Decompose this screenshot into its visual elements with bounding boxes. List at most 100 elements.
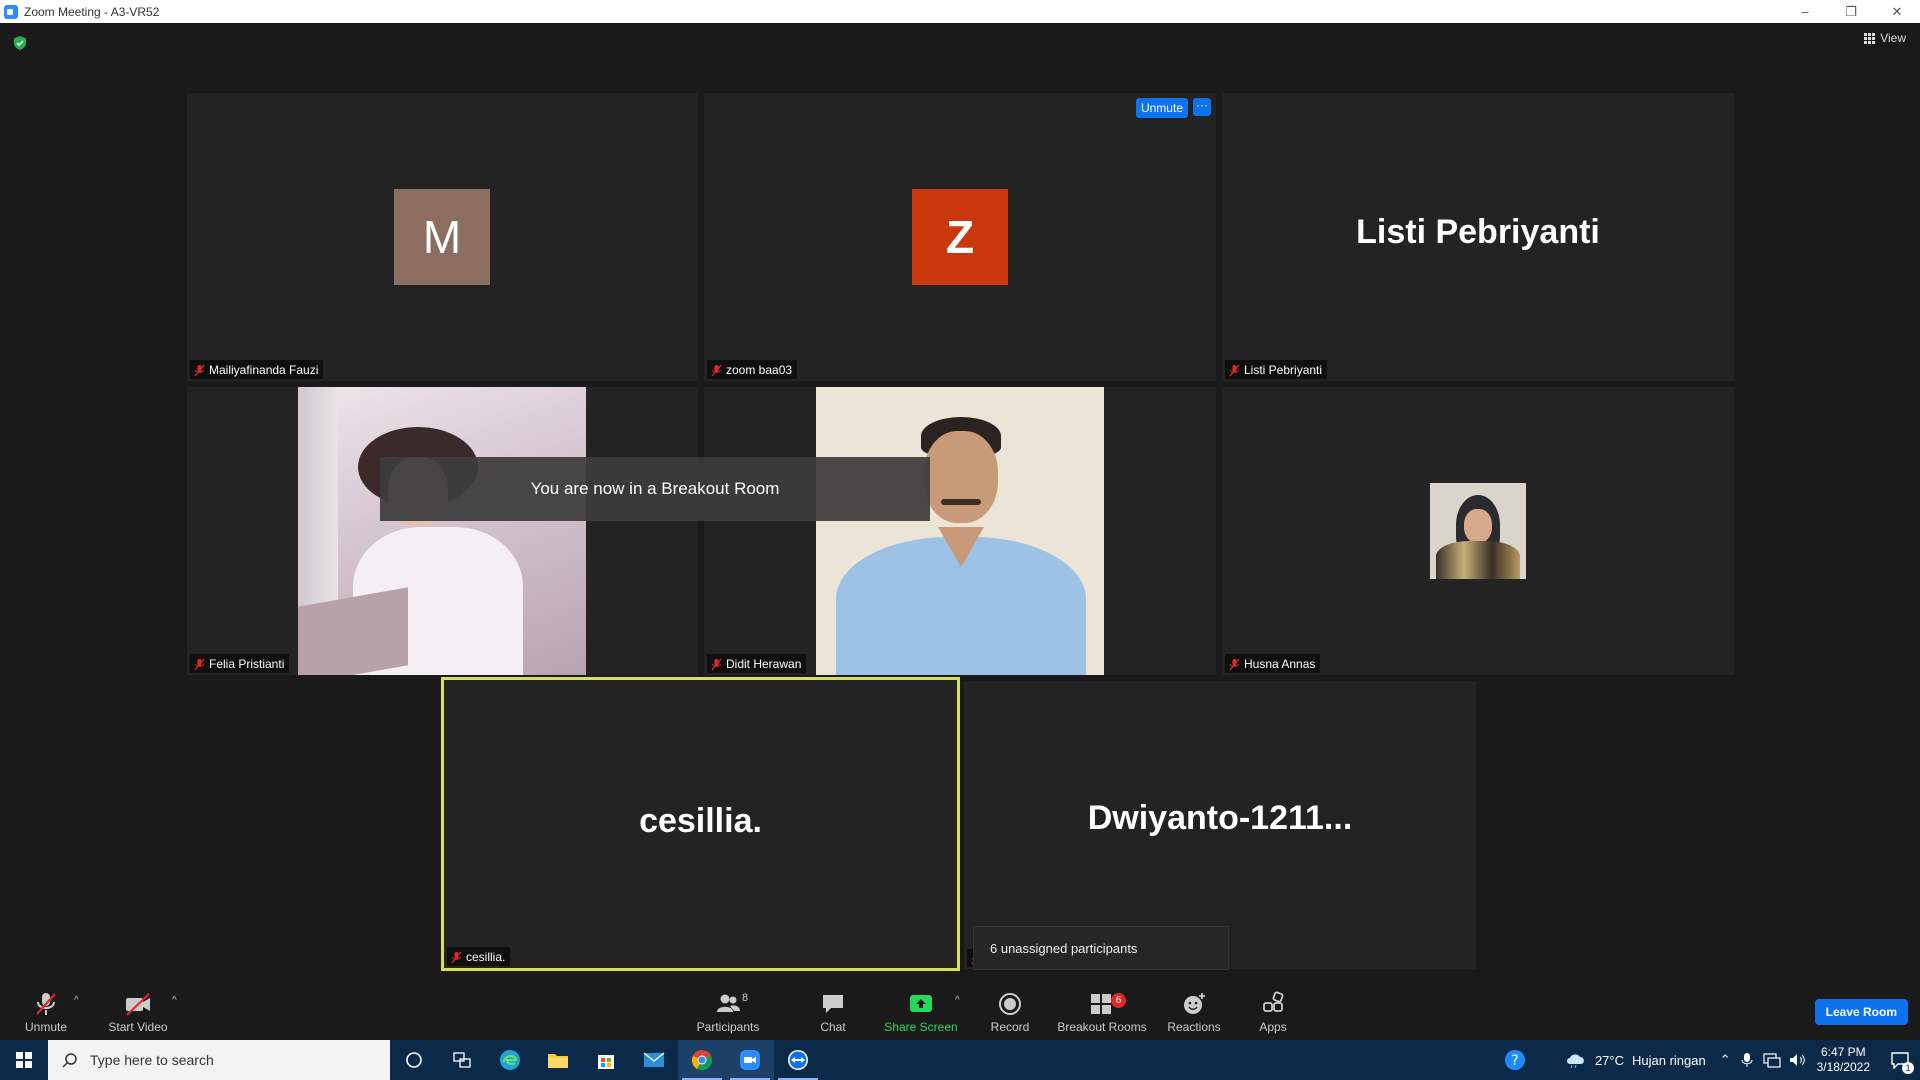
participant-display-name: Dwiyanto-1211... [1087,799,1353,837]
video-options-caret[interactable]: ^ [172,995,177,1006]
weather-description: Hujan ringan [1631,1052,1706,1068]
view-label: View [1880,31,1906,45]
notification-center-icon[interactable]: 1 [1880,1040,1920,1080]
view-button[interactable]: View [1864,31,1906,45]
participant-name-bar: Didit Herawan [707,654,807,673]
mic-off-icon [1229,364,1240,376]
microphone-icon[interactable] [1741,1052,1753,1068]
participant-name-bar: Listi Pebriyanti [1225,360,1328,379]
teamviewer-icon[interactable] [774,1040,822,1080]
start-button[interactable] [0,1040,48,1080]
zoom-app-icon [4,4,18,19]
active-speaker-tile[interactable]: cesillia. cesillia. [441,677,960,971]
participant-display-name: cesillia. [639,802,762,840]
svg-text:?: ? [1511,1053,1518,1069]
share-screen-icon [910,995,932,1012]
grid-icon [1864,32,1876,44]
participant-avatar-photo [1430,483,1526,579]
participant-tile[interactable]: Unmute ··· Z zoom baa03 [704,93,1216,381]
leave-room-button[interactable]: Leave Room [1814,999,1908,1025]
mic-off-icon [711,364,722,376]
record-button[interactable]: Record [984,983,1036,1040]
search-placeholder: Type here to search [90,1052,214,1068]
participant-tile[interactable]: Didit Herawan [704,387,1216,675]
participant-video [816,387,1104,675]
avatar: M [394,189,490,285]
participant-tile[interactable]: Felia Pristianti [187,387,698,675]
weather-rain-icon[interactable] [1565,1052,1587,1068]
participants-button[interactable]: 8 Participants [692,983,764,1040]
microsoft-store-icon[interactable] [582,1040,630,1080]
reactions-button[interactable]: Reactions [1164,983,1224,1040]
mic-off-icon [711,658,722,670]
unmute-label: Unmute [24,1020,68,1034]
mic-off-icon [36,993,56,1015]
participant-display-name: Listi Pebriyanti [1356,213,1600,251]
breakout-rooms-badge: 6 [1111,993,1126,1008]
restore-button[interactable]: ❐ [1828,0,1874,23]
participant-name: Husna Annas [1244,657,1316,671]
participant-name-bar: cesillia. [447,947,511,966]
start-video-label: Start Video [108,1020,168,1034]
taskbar-clock[interactable]: 6:47 PM 3/18/2022 [1807,1045,1880,1075]
volume-icon[interactable] [1789,1052,1807,1068]
participant-name-bar: Felia Pristianti [190,654,290,673]
help-icon[interactable]: ? [1495,1040,1535,1080]
participant-tile[interactable]: M Mailiyafinanda Fauzi [187,93,698,381]
avatar: Z [912,189,1008,285]
windows-logo-icon [16,1052,32,1068]
participant-tile[interactable]: Husna Annas [1222,387,1734,675]
task-view-icon[interactable] [438,1040,486,1080]
mic-off-icon [194,364,205,376]
participants-label: Participants [696,1020,760,1034]
windows-taskbar: Type here to search ? 27°C Hujan ringan … [0,1040,1920,1080]
chat-button[interactable]: Chat [808,983,858,1040]
record-icon [999,993,1021,1015]
network-icon[interactable] [1763,1052,1781,1068]
participant-tile[interactable]: Listi Pebriyanti Listi Pebriyanti [1222,93,1734,381]
minimize-button[interactable]: – [1782,0,1828,23]
reactions-icon [1184,993,1205,1014]
window-title: Zoom Meeting - A3-VR52 [24,4,160,19]
weather-temperature: 27°C [1594,1052,1624,1068]
share-options-caret[interactable]: ^ [955,995,960,1006]
participant-name: Listi Pebriyanti [1244,363,1323,377]
unmute-button[interactable]: Unmute [20,983,72,1040]
reactions-label: Reactions [1167,1020,1221,1034]
file-explorer-icon[interactable] [534,1040,582,1080]
show-hidden-icons-chevron[interactable]: ⌃ [1720,1052,1731,1068]
mail-icon[interactable] [630,1040,678,1080]
share-screen-button[interactable]: Share Screen [882,983,960,1040]
share-screen-label: Share Screen [884,1020,958,1034]
participant-name-bar: Husna Annas [1225,654,1321,673]
meeting-area: View M Mailiyafinanda Fauzi Unmute ··· Z… [0,23,1920,983]
participant-name: Felia Pristianti [209,657,285,671]
breakout-rooms-button[interactable]: 6 Breakout Rooms [1056,983,1148,1040]
mic-off-icon [194,658,205,670]
more-options-button[interactable]: ··· [1193,98,1211,116]
apps-button[interactable]: Apps [1252,983,1294,1040]
participant-name: zoom baa03 [726,363,793,377]
zoom-taskbar-icon[interactable] [726,1040,774,1080]
close-button[interactable]: ✕ [1874,0,1920,23]
audio-options-caret[interactable]: ^ [74,995,79,1006]
video-off-icon [126,993,150,1016]
record-label: Record [990,1020,1030,1034]
edge-browser-icon[interactable] [486,1040,534,1080]
unmute-participant-button[interactable]: Unmute [1135,98,1188,118]
chat-label: Chat [820,1020,846,1034]
apps-icon [1263,991,1284,1012]
unassigned-participants-tooltip: 6 unassigned participants [973,926,1229,970]
participant-name: Mailiyafinanda Fauzi [209,363,319,377]
meeting-toolbar: Unmute ^ Start Video ^ 8 Participants Ch… [0,983,1920,1040]
system-tray: ? 27°C Hujan ringan ⌃ 6:47 PM 3/18/2022 … [1495,1040,1920,1080]
chrome-icon[interactable] [678,1040,726,1080]
start-video-button[interactable]: Start Video [104,983,172,1040]
participant-name: Didit Herawan [726,657,802,671]
cortana-icon[interactable] [390,1040,438,1080]
chat-icon [823,995,843,1013]
taskbar-search-box[interactable]: Type here to search [48,1040,390,1080]
clock-time: 6:47 PM [1820,1045,1866,1059]
security-shield-icon[interactable] [12,35,28,51]
apps-label: Apps [1259,1020,1287,1034]
